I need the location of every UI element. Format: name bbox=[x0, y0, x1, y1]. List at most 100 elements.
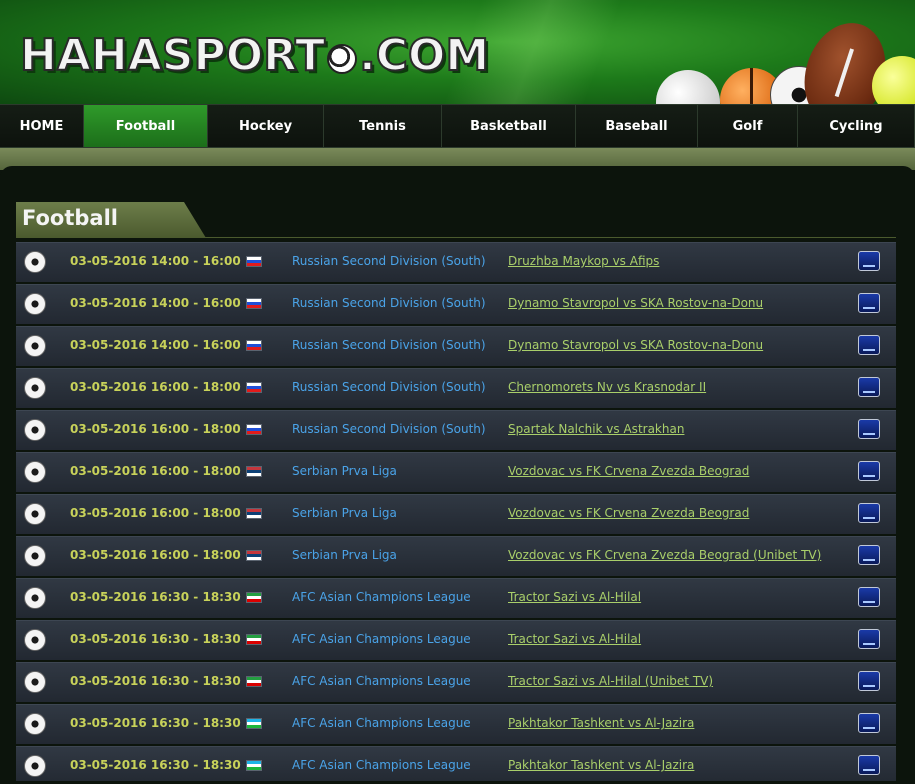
soccer-ball-icon bbox=[24, 461, 46, 483]
event-league: Russian Second Division (South) bbox=[292, 380, 486, 394]
soccer-ball-icon bbox=[24, 251, 46, 273]
event-league: Russian Second Division (South) bbox=[292, 254, 486, 268]
event-row[interactable]: 03-05-2016 16:00 - 18:00 Serbian Prva Lig… bbox=[16, 536, 896, 576]
section-divider bbox=[16, 237, 896, 238]
event-row[interactable]: 03-05-2016 16:30 - 18:30 AFC Asian Champi… bbox=[16, 662, 896, 702]
nav-item-golf[interactable]: Golf bbox=[698, 105, 798, 147]
event-match-link[interactable]: Dynamo Stavropol vs SKA Rostov-na-Donu bbox=[508, 338, 763, 352]
flag-russia-icon bbox=[246, 382, 262, 393]
event-time: 03-05-2016 14:00 - 16:00 bbox=[70, 296, 241, 310]
nav-item-tennis[interactable]: Tennis bbox=[324, 105, 442, 147]
soccer-ball-icon bbox=[24, 755, 46, 777]
soccer-ball-icon bbox=[24, 335, 46, 357]
event-match-link[interactable]: Spartak Nalchik vs Astrakhan bbox=[508, 422, 684, 436]
watch-stream-icon[interactable] bbox=[858, 587, 880, 607]
logo-text-right: .COM bbox=[358, 30, 490, 81]
event-list: 03-05-2016 14:00 - 16:00 Russian Second D… bbox=[16, 242, 896, 781]
event-time: 03-05-2016 16:30 - 18:30 bbox=[70, 674, 241, 688]
soccer-ball-icon bbox=[327, 44, 358, 74]
flag-iran-icon bbox=[246, 634, 262, 645]
event-time: 03-05-2016 16:30 - 18:30 bbox=[70, 716, 241, 730]
event-league: AFC Asian Champions League bbox=[292, 758, 471, 772]
watch-stream-icon[interactable] bbox=[858, 335, 880, 355]
soccer-ball-icon bbox=[24, 419, 46, 441]
event-league: Serbian Prva Liga bbox=[292, 548, 397, 562]
flag-serbia-icon bbox=[246, 466, 262, 477]
watch-stream-icon[interactable] bbox=[858, 419, 880, 439]
event-league: Serbian Prva Liga bbox=[292, 506, 397, 520]
soccer-ball-icon bbox=[24, 503, 46, 525]
event-time: 03-05-2016 16:00 - 18:00 bbox=[70, 464, 241, 478]
watch-stream-icon[interactable] bbox=[858, 503, 880, 523]
event-match-link[interactable]: Dynamo Stavropol vs SKA Rostov-na-Donu bbox=[508, 296, 763, 310]
nav-item-basketball[interactable]: Basketball bbox=[442, 105, 576, 147]
flag-iran-icon bbox=[246, 676, 262, 687]
event-league: Serbian Prva Liga bbox=[292, 464, 397, 478]
watch-stream-icon[interactable] bbox=[858, 293, 880, 313]
nav-item-baseball[interactable]: Baseball bbox=[576, 105, 698, 147]
flag-uzbekistan-icon bbox=[246, 718, 262, 729]
event-row[interactable]: 03-05-2016 14:00 - 16:00 Russian Second D… bbox=[16, 326, 896, 366]
event-row[interactable]: 03-05-2016 16:00 - 18:00 Serbian Prva Lig… bbox=[16, 494, 896, 534]
flag-iran-icon bbox=[246, 592, 262, 603]
soccer-ball-icon bbox=[24, 713, 46, 735]
watch-stream-icon[interactable] bbox=[858, 713, 880, 733]
event-row[interactable]: 03-05-2016 16:30 - 18:30 AFC Asian Champi… bbox=[16, 578, 896, 618]
main-nav: HOME Football Hockey Tennis Basketball Baseba… bbox=[0, 104, 915, 148]
site-logo[interactable]: HAHASPORT .COM bbox=[19, 33, 490, 79]
event-row[interactable]: 03-05-2016 16:30 - 18:30 AFC Asian Champi… bbox=[16, 746, 896, 781]
event-league: AFC Asian Champions League bbox=[292, 632, 471, 646]
event-match-link[interactable]: Vozdovac vs FK Crvena Zvezda Beograd bbox=[508, 464, 749, 478]
nav-item-hockey[interactable]: Hockey bbox=[208, 105, 324, 147]
event-time: 03-05-2016 16:00 - 18:00 bbox=[70, 506, 241, 520]
event-match-link[interactable]: Tractor Sazi vs Al-Hilal bbox=[508, 590, 641, 604]
event-time: 03-05-2016 16:30 - 18:30 bbox=[70, 590, 241, 604]
watch-stream-icon[interactable] bbox=[858, 461, 880, 481]
watch-stream-icon[interactable] bbox=[858, 545, 880, 565]
event-match-link[interactable]: Pakhtakor Tashkent vs Al-Jazira bbox=[508, 758, 694, 772]
event-league: Russian Second Division (South) bbox=[292, 296, 486, 310]
event-match-link[interactable]: Tractor Sazi vs Al-Hilal (Unibet TV) bbox=[508, 674, 713, 688]
flag-russia-icon bbox=[246, 298, 262, 309]
watch-stream-icon[interactable] bbox=[858, 629, 880, 649]
event-row[interactable]: 03-05-2016 14:00 - 16:00 Russian Second D… bbox=[16, 284, 896, 324]
event-time: 03-05-2016 16:30 - 18:30 bbox=[70, 632, 241, 646]
event-match-link[interactable]: Vozdovac vs FK Crvena Zvezda Beograd bbox=[508, 506, 749, 520]
watch-stream-icon[interactable] bbox=[858, 377, 880, 397]
nav-item-cycling[interactable]: Cycling bbox=[798, 105, 915, 147]
event-league: Russian Second Division (South) bbox=[292, 338, 486, 352]
soccer-ball-icon bbox=[24, 587, 46, 609]
event-row[interactable]: 03-05-2016 16:30 - 18:30 AFC Asian Champi… bbox=[16, 704, 896, 744]
nav-item-home[interactable]: HOME bbox=[0, 105, 84, 147]
event-row[interactable]: 03-05-2016 14:00 - 16:00 Russian Second D… bbox=[16, 242, 896, 282]
nav-item-football[interactable]: Football bbox=[84, 105, 208, 147]
event-row[interactable]: 03-05-2016 16:00 - 18:00 Russian Second D… bbox=[16, 368, 896, 408]
watch-stream-icon[interactable] bbox=[858, 671, 880, 691]
watch-stream-icon[interactable] bbox=[858, 755, 880, 775]
flag-russia-icon bbox=[246, 340, 262, 351]
event-time: 03-05-2016 14:00 - 16:00 bbox=[70, 338, 241, 352]
event-row[interactable]: 03-05-2016 16:30 - 18:30 AFC Asian Champi… bbox=[16, 620, 896, 660]
flag-serbia-icon bbox=[246, 508, 262, 519]
flag-serbia-icon bbox=[246, 550, 262, 561]
soccer-ball-icon bbox=[24, 377, 46, 399]
event-time: 03-05-2016 16:00 - 18:00 bbox=[70, 380, 241, 394]
watch-stream-icon[interactable] bbox=[858, 251, 880, 271]
event-league: Russian Second Division (South) bbox=[292, 422, 486, 436]
event-league: AFC Asian Champions League bbox=[292, 590, 471, 604]
event-time: 03-05-2016 14:00 - 16:00 bbox=[70, 254, 241, 268]
event-match-link[interactable]: Vozdovac vs FK Crvena Zvezda Beograd (Un… bbox=[508, 548, 821, 562]
event-match-link[interactable]: Pakhtakor Tashkent vs Al-Jazira bbox=[508, 716, 694, 730]
event-match-link[interactable]: Tractor Sazi vs Al-Hilal bbox=[508, 632, 641, 646]
flag-russia-icon bbox=[246, 256, 262, 267]
event-league: AFC Asian Champions League bbox=[292, 674, 471, 688]
event-match-link[interactable]: Chernomorets Nv vs Krasnodar II bbox=[508, 380, 706, 394]
section-title: Football bbox=[22, 206, 118, 230]
flag-uzbekistan-icon bbox=[246, 760, 262, 771]
site-header: HAHASPORT .COM bbox=[0, 0, 915, 104]
event-row[interactable]: 03-05-2016 16:00 - 18:00 Russian Second D… bbox=[16, 410, 896, 450]
event-time: 03-05-2016 16:00 - 18:00 bbox=[70, 422, 241, 436]
event-match-link[interactable]: Druzhba Maykop vs Afips bbox=[508, 254, 659, 268]
event-time: 03-05-2016 16:00 - 18:00 bbox=[70, 548, 241, 562]
event-row[interactable]: 03-05-2016 16:00 - 18:00 Serbian Prva Lig… bbox=[16, 452, 896, 492]
